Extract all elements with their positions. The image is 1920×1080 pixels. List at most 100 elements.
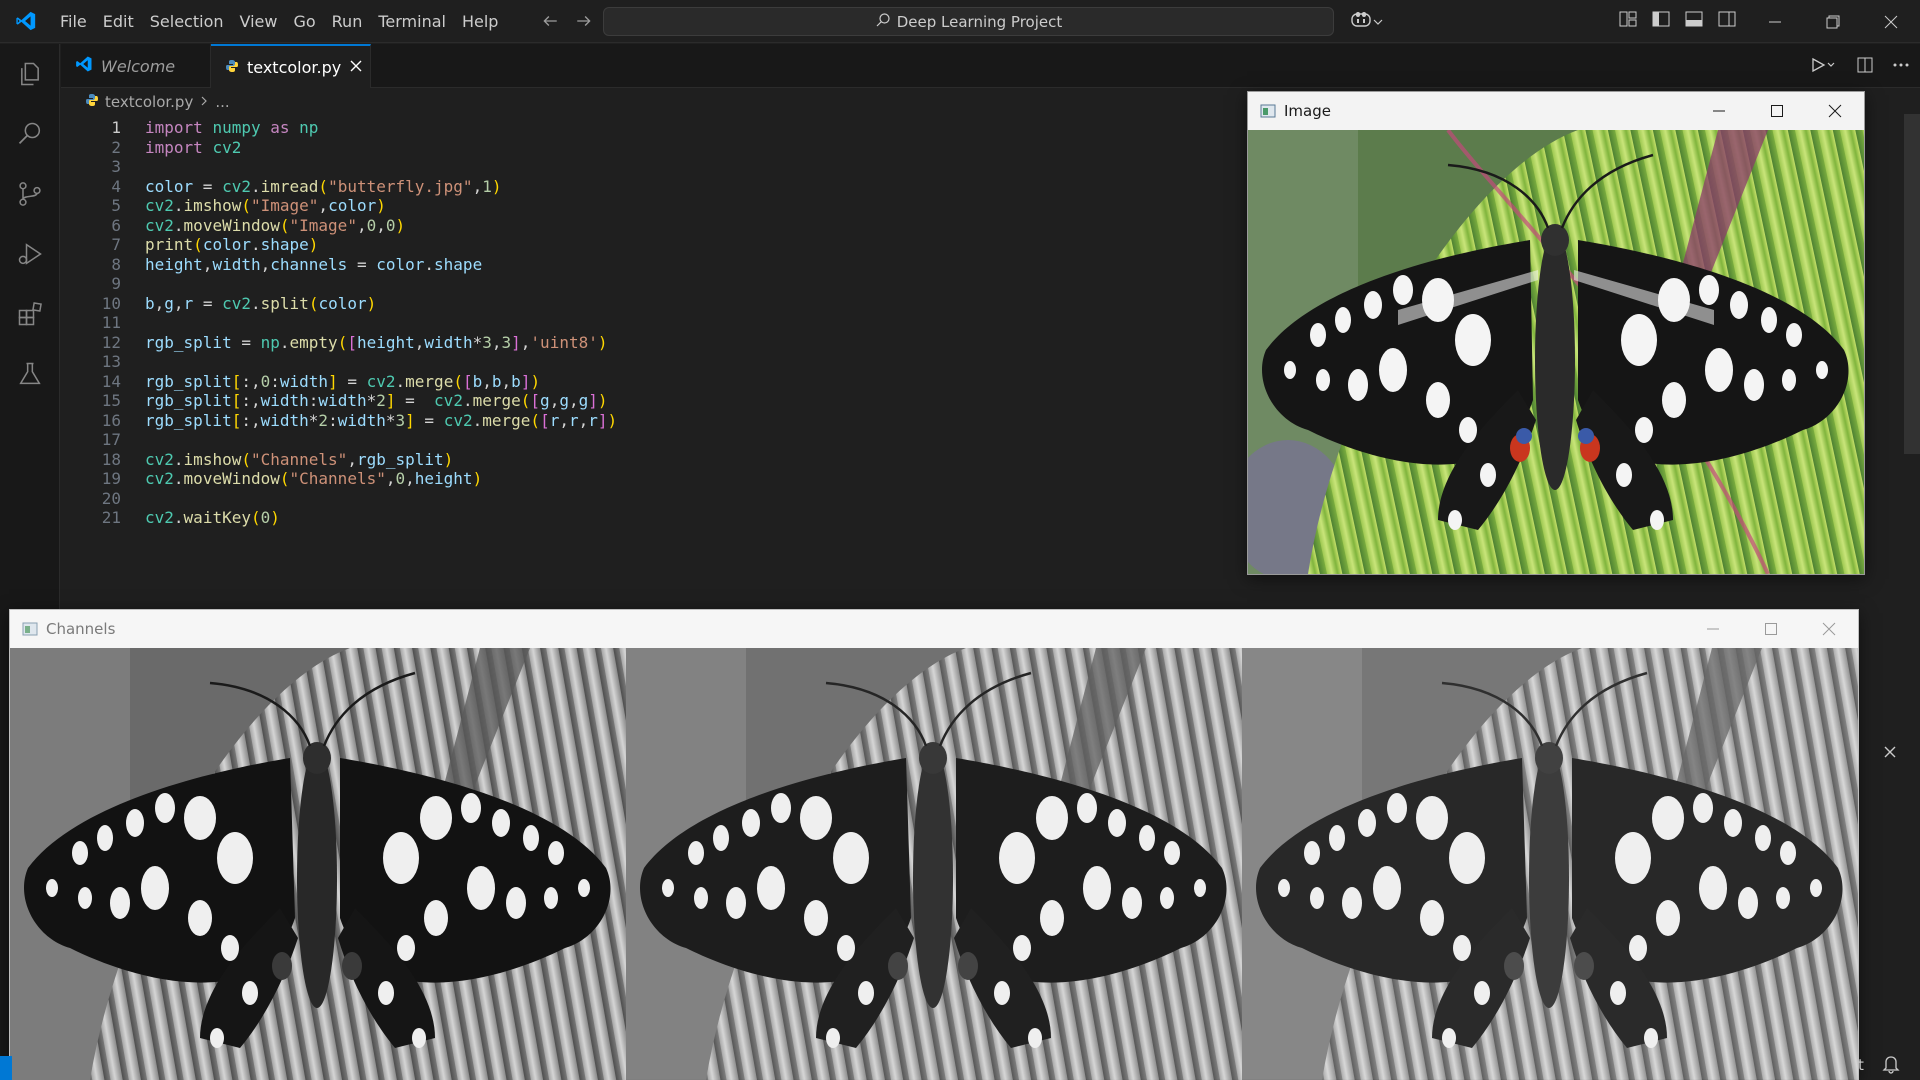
menu-terminal[interactable]: Terminal (370, 0, 454, 43)
split-editor-icon[interactable] (1856, 56, 1874, 78)
maximize-icon[interactable] (1742, 610, 1800, 648)
red-channel-panel (1240, 648, 1858, 1080)
butterfly-color-image (1248, 130, 1864, 574)
line-number: 8 (111, 254, 121, 274)
line-number: 2 (111, 137, 121, 157)
image-window[interactable]: Image (1247, 91, 1865, 575)
code-line[interactable]: rgb_split[:,width*2:width*3] = cv2.merge… (145, 411, 617, 430)
vscode-logo-icon (0, 0, 52, 43)
close-icon[interactable] (1800, 610, 1858, 648)
code-line[interactable]: import cv2 (145, 138, 241, 157)
code-line[interactable]: rgb_split[:,0:width] = cv2.merge([b,b,b]… (145, 372, 540, 391)
opencv-window-icon (1260, 104, 1276, 118)
toggle-secondary-sidebar-icon[interactable] (1717, 9, 1738, 30)
copilot-button[interactable] (1350, 9, 1390, 33)
tab-label: textcolor.py (247, 57, 342, 77)
command-center-label: Deep Learning Project (896, 12, 1063, 31)
code-line[interactable]: rgb_split = np.empty([height,width*3,3],… (145, 333, 608, 352)
editor-tabs: Welcome textcolor.py (61, 44, 1920, 88)
code-line[interactable]: cv2.imshow("Channels",rgb_split) (145, 450, 453, 469)
chevron-right-icon (199, 93, 209, 111)
image-window-controls (1690, 92, 1864, 130)
remote-status-indicator[interactable] (0, 1056, 12, 1080)
code-line[interactable]: b,g,r = cv2.split(color) (145, 294, 376, 313)
testing-flask-icon[interactable] (0, 344, 60, 404)
line-number: 3 (111, 157, 121, 176)
line-number: 18 (101, 449, 121, 469)
customize-layout-icon[interactable] (1618, 9, 1639, 30)
code-line[interactable]: cv2.moveWindow("Image",0,0) (145, 216, 405, 235)
line-number: 17 (101, 430, 121, 449)
menu-run[interactable]: Run (324, 0, 371, 43)
line-number: 16 (101, 410, 121, 430)
menu-edit[interactable]: Edit (95, 0, 142, 43)
menu-view[interactable]: View (232, 0, 286, 43)
extensions-icon[interactable] (0, 284, 60, 344)
toggle-panel-icon[interactable] (1684, 9, 1705, 30)
code-line[interactable]: cv2.moveWindow("Channels",0,height) (145, 469, 482, 488)
minimize-icon[interactable] (1690, 92, 1748, 130)
line-number: 19 (101, 469, 121, 488)
toggle-primary-sidebar-icon[interactable] (1651, 9, 1672, 30)
menu-bar: File Edit Selection View Go Run Terminal… (52, 0, 506, 43)
arrow-right-icon[interactable] (574, 11, 594, 31)
chevron-down-icon (1372, 12, 1384, 31)
maximize-icon[interactable] (1748, 92, 1806, 130)
menu-go[interactable]: Go (285, 0, 323, 43)
source-control-icon[interactable] (0, 164, 60, 224)
menu-help[interactable]: Help (454, 0, 506, 43)
arrow-left-icon[interactable] (540, 11, 560, 31)
code-line[interactable]: rgb_split[:,width:width*2] = cv2.merge([… (145, 391, 608, 410)
line-number: 12 (101, 332, 121, 352)
vscode-tab-icon (75, 55, 93, 77)
code-line[interactable]: cv2.imshow("Image",color) (145, 196, 386, 215)
editor-scrollbar[interactable] (1904, 114, 1920, 454)
editor-actions (1810, 56, 1910, 78)
menu-file[interactable]: File (52, 0, 95, 43)
tab-close-icon[interactable] (349, 58, 363, 77)
code-line[interactable]: color = cv2.imread("butterfly.jpg",1) (145, 177, 501, 196)
line-number: 7 (111, 235, 121, 254)
close-icon[interactable] (1862, 0, 1920, 43)
code-line[interactable]: print(color.shape) (145, 235, 318, 254)
image-window-title: Image (1284, 102, 1331, 120)
tab-textcolor[interactable]: textcolor.py (211, 44, 371, 88)
run-debug-icon[interactable] (0, 224, 60, 284)
copilot-icon (1350, 10, 1372, 32)
python-file-icon (225, 58, 239, 77)
line-number: 4 (111, 176, 121, 196)
code-line[interactable]: import numpy as np (145, 118, 318, 137)
search-icon[interactable] (0, 104, 60, 164)
more-actions-icon[interactable] (1892, 56, 1910, 78)
channels-window[interactable]: Channels (9, 609, 1859, 1080)
restore-icon[interactable] (1804, 0, 1862, 43)
line-number: 10 (101, 293, 121, 313)
notification-bell-icon[interactable] (1882, 1054, 1900, 1078)
tab-label: Welcome (101, 56, 176, 76)
channels-window-titlebar[interactable]: Channels (10, 610, 1858, 648)
code-line[interactable]: height,width,channels = color.shape (145, 255, 482, 274)
run-python-icon[interactable] (1810, 56, 1838, 78)
green-channel-panel (624, 648, 1244, 1080)
breadcrumb-file[interactable]: textcolor.py (105, 93, 193, 111)
channels-window-title: Channels (46, 620, 116, 638)
menu-selection[interactable]: Selection (142, 0, 232, 43)
command-center-search[interactable]: Deep Learning Project (603, 7, 1334, 36)
explorer-icon[interactable] (0, 44, 60, 104)
line-number: 21 (101, 508, 121, 527)
line-number: 14 (101, 371, 121, 391)
line-number: 15 (101, 391, 121, 410)
minimize-icon[interactable] (1684, 610, 1742, 648)
line-number: 20 (101, 488, 121, 508)
breadcrumb-more[interactable]: ... (215, 93, 229, 111)
minimize-icon[interactable] (1746, 0, 1804, 43)
channels-image-strip (10, 648, 1858, 1080)
code-line[interactable]: cv2.waitKey(0) (145, 508, 280, 527)
panel-close-icon[interactable] (1882, 744, 1898, 764)
nav-arrows (540, 11, 594, 31)
title-bar: File Edit Selection View Go Run Terminal… (0, 0, 1920, 43)
python-file-icon (85, 93, 99, 111)
line-number: 6 (111, 215, 121, 235)
tab-welcome[interactable]: Welcome (61, 44, 211, 88)
close-icon[interactable] (1806, 92, 1864, 130)
